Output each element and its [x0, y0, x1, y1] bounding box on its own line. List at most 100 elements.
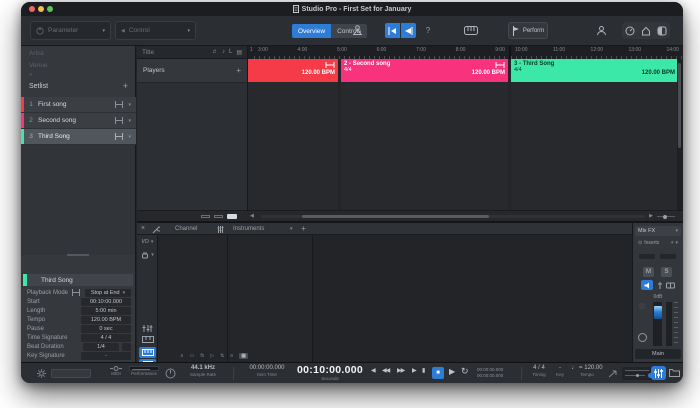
help-button[interactable]: ?	[421, 23, 435, 38]
venue-field[interactable]: Venue	[29, 62, 47, 69]
pause-value[interactable]: 0 sec	[81, 324, 131, 333]
track-size-small-button[interactable]	[201, 215, 210, 218]
monitor-button[interactable]	[641, 280, 653, 290]
performance-meter[interactable]: Performance	[127, 365, 161, 376]
sample-rate-display[interactable]: 44.1 kHz Sample Rate	[181, 365, 225, 377]
chevron-down-icon[interactable]: ▾	[290, 226, 293, 232]
channel-list[interactable]	[158, 235, 228, 362]
curve-tool-icon[interactable]: ∧	[180, 353, 184, 359]
time-ruler[interactable]: 1 3:00 4:00 5:00 6:00 7:00 8:00 9:00 10:…	[248, 46, 683, 59]
stop-button[interactable]: ■	[432, 367, 444, 379]
playback-mode-icon[interactable]	[114, 133, 124, 140]
scroll-right-arrow[interactable]: ▶	[649, 213, 653, 219]
macro-controls-button[interactable]	[139, 325, 156, 332]
list-tool-icon[interactable]: ≡	[230, 353, 233, 359]
channel-column-header[interactable]: Channel	[175, 226, 197, 232]
song-block-second[interactable]: 2 - Second song 4/4 120.00 BPM	[341, 59, 508, 82]
track-size-large-button[interactable]	[227, 214, 237, 219]
input-gain-icon[interactable]	[657, 282, 663, 289]
zoom-slider-handle[interactable]	[663, 214, 667, 219]
gear-icon[interactable]	[37, 369, 46, 378]
time-signature-value[interactable]: 4 / 4	[81, 333, 131, 342]
loop-button[interactable]: ↻	[461, 366, 468, 377]
song-lane-body[interactable]	[341, 82, 508, 210]
arrangement-icon[interactable]: ♬	[212, 49, 218, 55]
keyboard-panel-button[interactable]	[461, 23, 481, 38]
home-icon[interactable]	[641, 26, 651, 36]
mixfx-selector[interactable]: Mix FX ▾	[635, 226, 681, 236]
playback-mode-icon[interactable]	[325, 62, 335, 68]
notifications-icon[interactable]	[657, 26, 667, 36]
setlist-item-second-song[interactable]: 2 Second song ▾	[21, 113, 136, 129]
start-value[interactable]: 00:10:00.000	[81, 297, 131, 306]
marker-previous-button[interactable]	[385, 23, 400, 38]
gauge-icon[interactable]	[625, 26, 635, 36]
chevron-down-icon[interactable]: ▾	[128, 118, 131, 124]
add-insert-button[interactable]: +	[671, 240, 674, 246]
instruments-list[interactable]	[228, 235, 313, 362]
preset-box[interactable]	[51, 369, 91, 378]
song-block-first[interactable]: 120.00 BPM	[248, 59, 338, 82]
volume-fader[interactable]	[653, 302, 662, 346]
playback-mode-icon[interactable]	[114, 117, 124, 124]
return-marker-button[interactable]: ▮	[422, 367, 425, 374]
traffic-light-zoom-icon[interactable]	[47, 6, 53, 12]
setlist-item-first-song[interactable]: 1 First song ▾	[21, 97, 136, 113]
mixer-slot-button[interactable]	[639, 254, 655, 259]
inserts-section[interactable]: ⊙ Inserts + ▾	[635, 238, 681, 248]
setlist-item-third-song[interactable]: 3 Third Song ▾	[21, 129, 136, 145]
mute-button[interactable]: M	[643, 267, 654, 277]
vertical-scrollbar[interactable]	[677, 59, 683, 210]
vertical-scrollbar-thumb[interactable]	[678, 63, 681, 148]
artist-field[interactable]: Artist	[29, 50, 44, 57]
rewind-button[interactable]: ◀◀	[382, 367, 390, 374]
key-signature-value[interactable]: -	[81, 351, 131, 360]
instrument-editor-button[interactable]	[139, 336, 156, 343]
length-value[interactable]: 5:00 min	[81, 306, 131, 315]
grid-view-icon[interactable]: ▤	[236, 49, 242, 56]
add-song-button[interactable]: +	[123, 81, 128, 91]
pan-slot[interactable]	[639, 303, 645, 309]
tempo-ramp-icon[interactable]	[609, 369, 619, 378]
fx-tool-icon[interactable]: fx	[200, 353, 204, 359]
players-track[interactable]: Players +	[137, 59, 247, 83]
tempo-value[interactable]: 120.00 BPM	[81, 315, 131, 324]
parameter-dropdown[interactable]: Parameter ▾	[30, 21, 111, 40]
sort-tool-icon[interactable]: ⇅	[220, 353, 224, 359]
playback-mode-select[interactable]: Stop at End ▾	[85, 288, 131, 297]
zoom-slider[interactable]	[657, 214, 675, 219]
loop-range-display[interactable]: 00:00:00.000 00:00:00.000	[477, 367, 503, 380]
perform-button[interactable]: Perform	[508, 22, 548, 39]
fast-forward-button[interactable]: ▶▶	[397, 367, 405, 374]
cpu-gauge-icon[interactable]	[165, 368, 176, 379]
tempo-display[interactable]: ♩ = 120.00 Tempo	[569, 365, 605, 377]
track-size-medium-button[interactable]	[214, 215, 223, 218]
chevron-down-icon[interactable]: ▾	[128, 134, 131, 140]
marker-next-button[interactable]	[401, 23, 416, 38]
expand-chevrons-icon[interactable]: »	[29, 72, 32, 78]
beat-duration-option-button[interactable]	[122, 342, 131, 351]
note-icon[interactable]: ♪	[222, 49, 225, 55]
close-icon[interactable]: ×	[141, 225, 145, 232]
fader-cap[interactable]	[653, 306, 662, 319]
output-routing[interactable]: Main	[635, 349, 681, 359]
playback-mode-icon[interactable]	[71, 289, 81, 296]
bar-tool-icon[interactable]: ▭	[190, 353, 195, 359]
item-time-display[interactable]: 00:00:00.000 Item Time	[243, 365, 291, 377]
main-time-display[interactable]: 00:10:00.000 Seconds	[297, 364, 363, 381]
overview-button[interactable]: Overview	[292, 24, 332, 38]
browser-folder-icon[interactable]	[669, 368, 680, 377]
previous-song-button[interactable]: ◀	[371, 367, 376, 374]
channel-mode-icon[interactable]	[666, 282, 675, 289]
mixer-slot-button[interactable]	[660, 254, 676, 259]
playback-mode-icon[interactable]	[114, 101, 124, 108]
horizontal-scrollbar[interactable]	[261, 215, 645, 218]
scroll-left-arrow[interactable]: ◀	[250, 213, 254, 219]
lyrics-icon[interactable]: L	[229, 49, 232, 55]
level-slider-handle[interactable]	[636, 373, 639, 377]
chevron-down-icon[interactable]: ▾	[128, 102, 131, 108]
horizontal-scrollbar-thumb[interactable]	[302, 215, 489, 218]
open-mixer-button[interactable]	[651, 366, 666, 380]
keyboard-view-button[interactable]	[139, 347, 156, 358]
account-button[interactable]	[593, 23, 609, 38]
